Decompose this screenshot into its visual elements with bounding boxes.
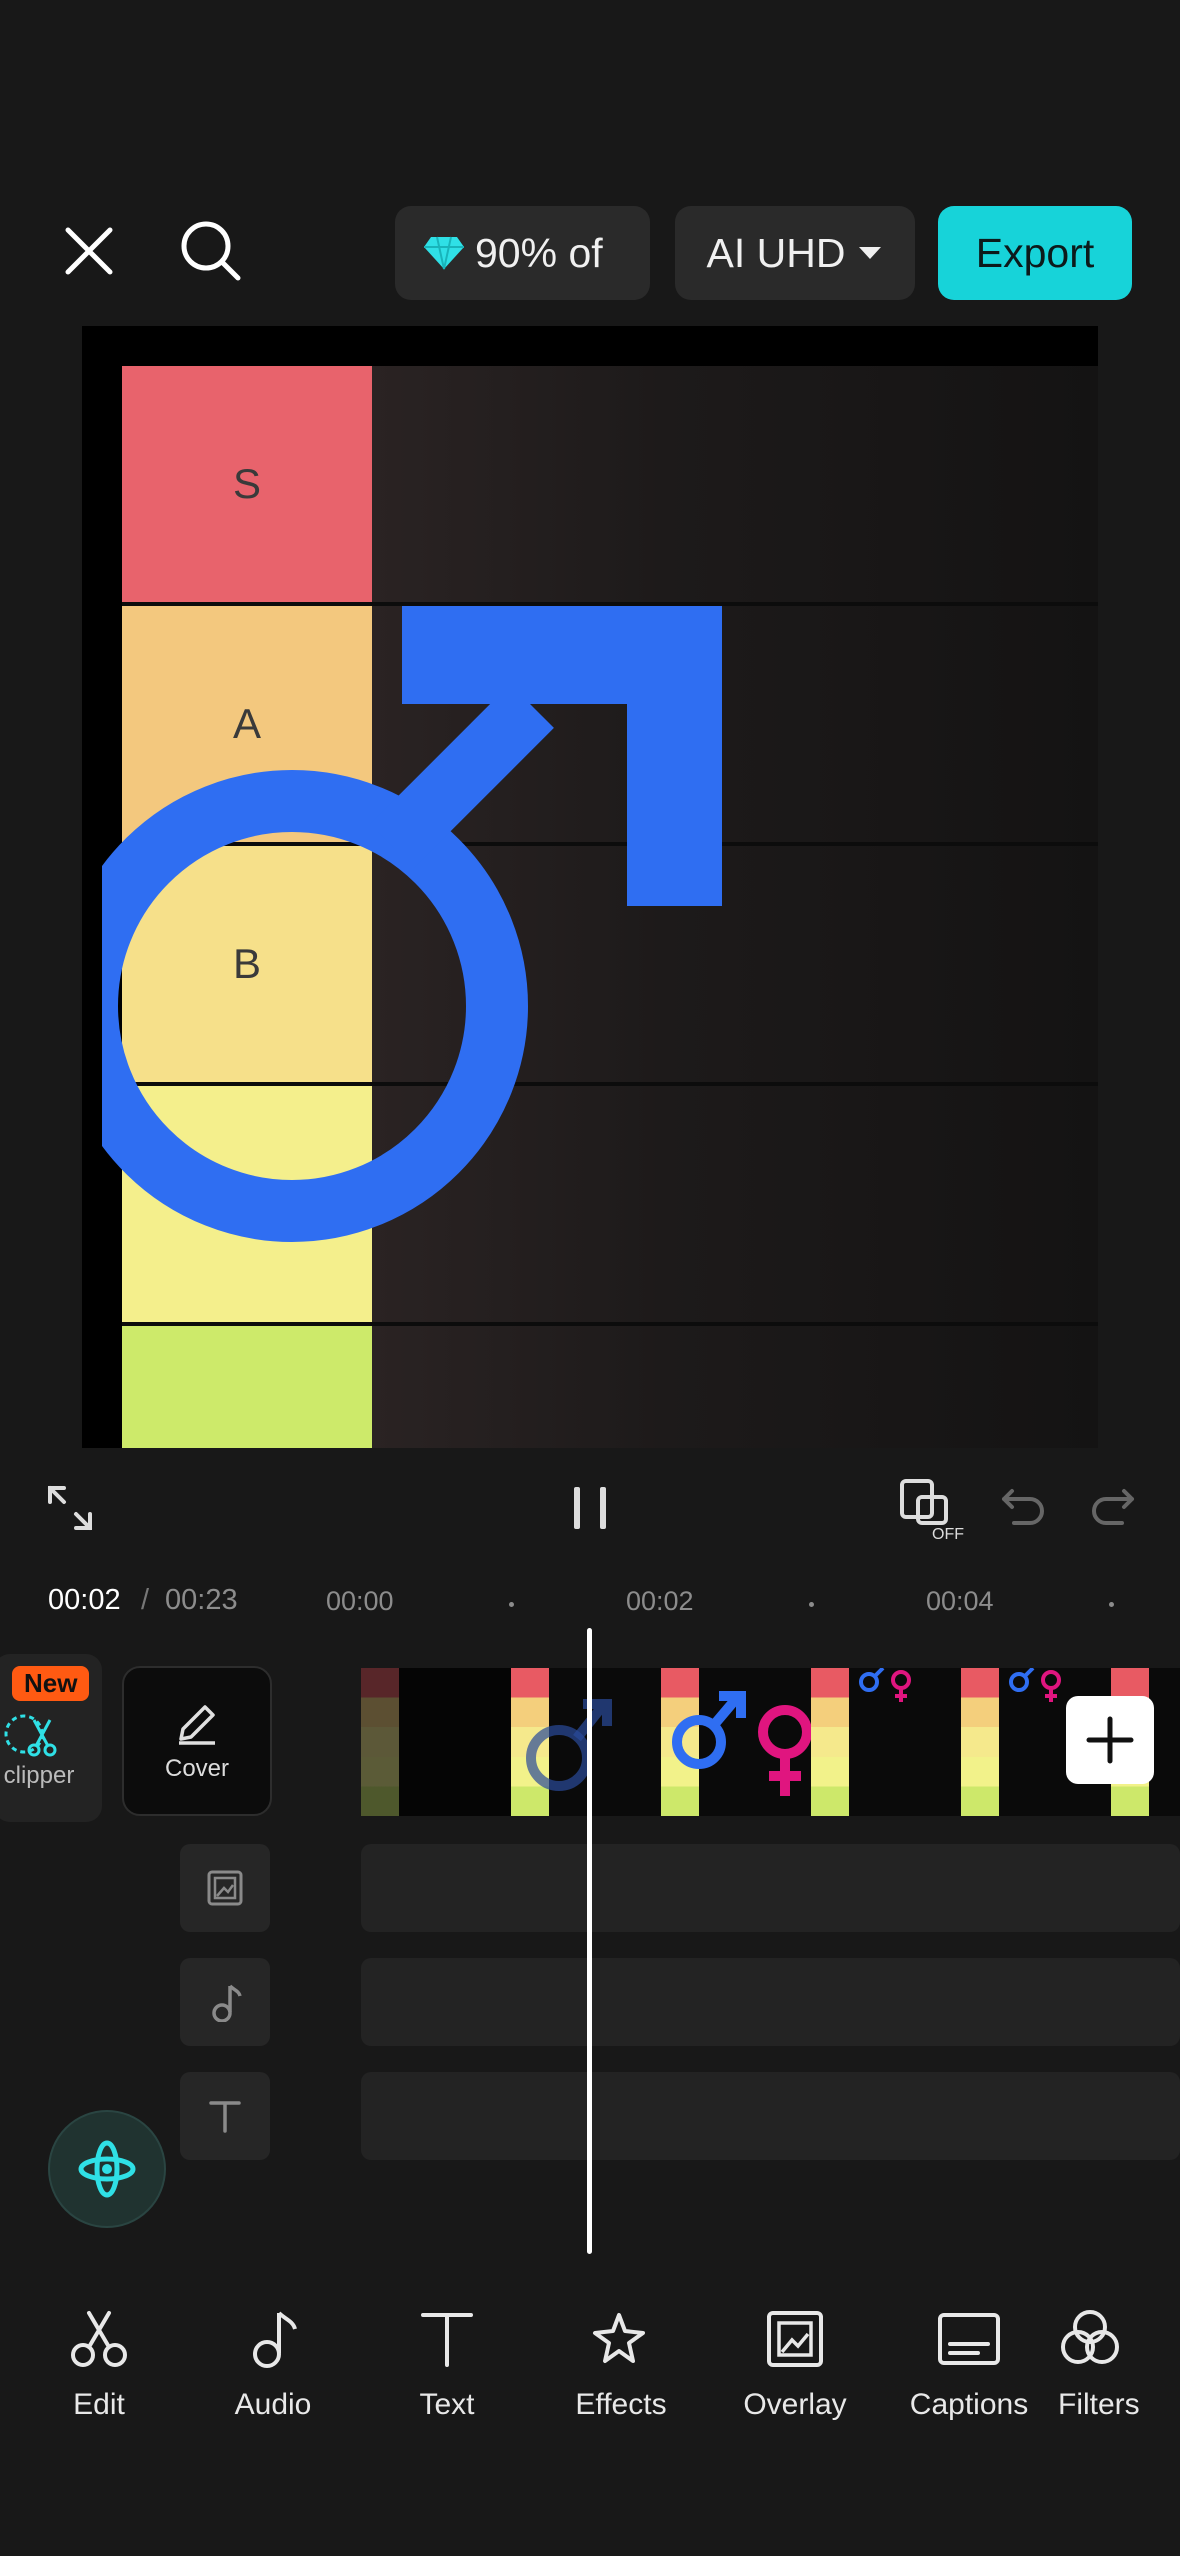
toolbar-edit[interactable]: Edit bbox=[14, 2300, 184, 2450]
keyframe-off-toggle[interactable]: OFF bbox=[896, 1472, 970, 1546]
text-icon bbox=[209, 2101, 241, 2133]
add-clip-button[interactable] bbox=[1066, 1696, 1154, 1784]
add-overlay-track-button[interactable] bbox=[180, 1844, 270, 1932]
undo-button[interactable] bbox=[998, 1482, 1048, 1532]
music-note-icon bbox=[253, 2311, 297, 2368]
close-button[interactable] bbox=[56, 218, 122, 284]
toolbar-label: Filters bbox=[1058, 2388, 1140, 2421]
search-icon bbox=[181, 221, 241, 281]
tier-row: D bbox=[122, 1326, 1098, 1448]
toolbar-label: Overlay bbox=[743, 2388, 847, 2421]
redo-button[interactable] bbox=[1088, 1482, 1138, 1532]
male-symbol-icon bbox=[102, 606, 722, 1242]
audio-track-lane[interactable] bbox=[361, 1958, 1180, 2046]
search-button[interactable] bbox=[176, 216, 246, 286]
tier-list-frame: S A B D bbox=[102, 366, 1098, 1448]
current-time: 00:02 bbox=[48, 1584, 121, 1616]
clip-frame bbox=[511, 1668, 661, 1816]
text-track-lane[interactable] bbox=[361, 2072, 1180, 2160]
ruler-tick: 00:00 bbox=[326, 1586, 394, 1616]
cover-button[interactable]: Cover bbox=[122, 1666, 272, 1816]
ruler-dot bbox=[509, 1602, 514, 1607]
music-note-icon bbox=[212, 1984, 242, 2022]
bottom-toolbar: Edit Audio Text Effects Overlay Captions… bbox=[0, 2286, 1180, 2556]
tier-label: S bbox=[122, 366, 372, 602]
total-time: 00:23 bbox=[165, 1584, 238, 1616]
ruler-dot bbox=[809, 1602, 814, 1607]
captions-icon bbox=[938, 2313, 1000, 2365]
tier-row: S bbox=[122, 366, 1098, 606]
text-icon bbox=[421, 2313, 473, 2367]
ai-assistant-button[interactable] bbox=[48, 2110, 166, 2228]
promo-text: 90% of bbox=[475, 229, 603, 276]
redo-icon bbox=[1092, 1489, 1134, 1525]
export-label: Export bbox=[975, 229, 1095, 276]
toolbar-captions[interactable]: Captions bbox=[884, 2300, 1054, 2450]
ai-orbit-icon bbox=[78, 2140, 136, 2198]
scissors-icon bbox=[71, 2311, 127, 2367]
clipper-scissors-icon bbox=[4, 1714, 57, 1757]
overlay-image-icon bbox=[767, 2311, 823, 2367]
playhead[interactable] bbox=[587, 1628, 592, 2254]
tier-row-content bbox=[372, 366, 1098, 602]
keyframe-off-icon: OFF bbox=[900, 1479, 964, 1541]
pro-promo-pill[interactable]: 90% of bbox=[395, 206, 650, 300]
clipper-label: clipper bbox=[3, 1762, 75, 1789]
playback-controls: OFF bbox=[0, 1460, 1180, 1556]
clip-frame bbox=[811, 1668, 961, 1816]
fullscreen-button[interactable] bbox=[40, 1478, 100, 1538]
toolbar-label: Text bbox=[419, 2388, 475, 2421]
diamond-icon bbox=[424, 236, 464, 270]
toolbar-text[interactable]: Text bbox=[362, 2300, 532, 2450]
pencil-icon bbox=[179, 1705, 215, 1745]
toolbar-overlay[interactable]: Overlay bbox=[710, 2300, 880, 2450]
cover-label: Cover bbox=[164, 1755, 230, 1782]
svg-text:OFF: OFF bbox=[932, 1526, 964, 1541]
add-text-track-button[interactable] bbox=[180, 2072, 270, 2160]
resolution-label: AI UHD bbox=[706, 229, 846, 276]
time-separator: / bbox=[141, 1584, 150, 1616]
video-preview[interactable]: S A B D bbox=[82, 326, 1098, 1448]
tier-row-content bbox=[372, 1326, 1098, 1448]
undo-icon bbox=[1002, 1489, 1044, 1525]
video-clip-filmstrip[interactable] bbox=[361, 1668, 1180, 1816]
toolbar-label: Audio bbox=[234, 2388, 312, 2421]
top-bar: 90% of AI UHD Export bbox=[0, 196, 1180, 306]
pause-icon bbox=[574, 1487, 606, 1529]
plus-icon bbox=[1086, 1716, 1134, 1764]
ruler-dot bbox=[1109, 1602, 1114, 1607]
export-button[interactable]: Export bbox=[938, 206, 1132, 300]
clip-frame bbox=[361, 1668, 511, 1816]
toolbar-audio[interactable]: Audio bbox=[188, 2300, 358, 2450]
auto-clipper-button[interactable]: New clipper bbox=[0, 1654, 102, 1822]
overlay-image-icon bbox=[207, 1870, 243, 1906]
close-icon bbox=[65, 227, 113, 275]
clip-frame bbox=[661, 1668, 811, 1816]
filters-icon bbox=[1061, 2310, 1119, 2364]
ruler-tick: 00:04 bbox=[926, 1586, 994, 1616]
caret-down-icon bbox=[859, 247, 882, 259]
toolbar-label: Effects bbox=[575, 2388, 667, 2421]
toolbar-effects[interactable]: Effects bbox=[536, 2300, 706, 2450]
add-audio-track-button[interactable] bbox=[180, 1958, 270, 2046]
pause-button[interactable] bbox=[560, 1476, 620, 1540]
new-badge: New bbox=[12, 1666, 90, 1701]
overlay-track-lane[interactable] bbox=[361, 1844, 1180, 1932]
toolbar-filters[interactable]: Filters bbox=[1058, 2300, 1180, 2450]
star-sparkle-icon bbox=[593, 2313, 645, 2363]
ruler-tick: 00:02 bbox=[626, 1586, 694, 1616]
resolution-dropdown[interactable]: AI UHD bbox=[675, 206, 915, 300]
fullscreen-icon bbox=[48, 1486, 92, 1530]
toolbar-label: Edit bbox=[73, 2388, 125, 2421]
toolbar-label: Captions bbox=[909, 2388, 1029, 2421]
tier-label: D bbox=[122, 1326, 372, 1448]
